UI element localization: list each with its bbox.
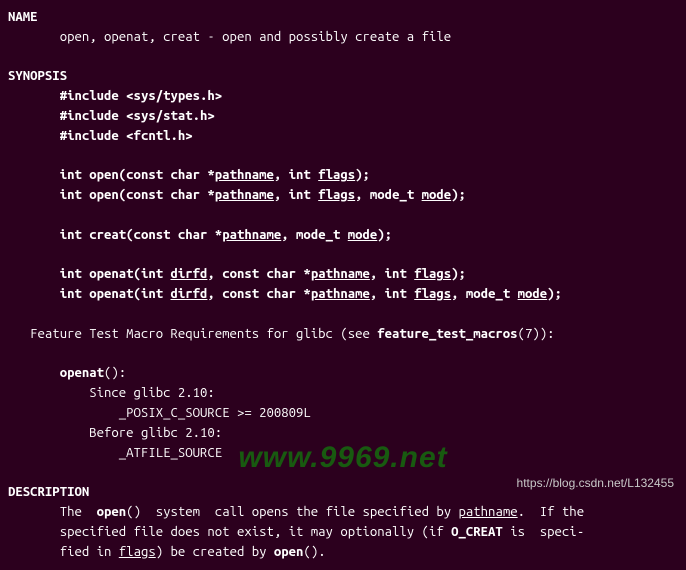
desc-text: (). [303, 545, 325, 559]
ftm-atfile: _ATFILE_SOURCE [119, 446, 222, 460]
param-pathname: pathname [215, 168, 274, 182]
ftm-fn-post: (): [104, 366, 126, 380]
param-flags: flags [414, 267, 451, 281]
desc-text: fied in [60, 545, 119, 559]
fn-text: , int [370, 287, 414, 301]
ftm-ref: feature_test_macros [377, 327, 517, 341]
fn-text: , int [274, 168, 318, 182]
param-dirfd: dirfd [170, 287, 207, 301]
param-dirfd: dirfd [170, 267, 207, 281]
fn-text: ); [451, 267, 466, 281]
fn-text: , mode_t [281, 228, 347, 242]
section-heading-synopsis: SYNOPSIS [8, 69, 67, 83]
include-line: #include <fcntl.h> [60, 129, 193, 143]
include-line: #include <sys/types.h> [60, 89, 222, 103]
desc-text: ) be created by [156, 545, 274, 559]
fn-text: ); [547, 287, 562, 301]
ftm-fn: openat [60, 366, 104, 380]
name-line: open, openat, creat - open and possibly … [60, 30, 451, 44]
fn-text: , int [370, 267, 414, 281]
param-flags: flags [414, 287, 451, 301]
param-flags: flags [318, 188, 355, 202]
fn-text: , const char * [207, 267, 310, 281]
param-pathname: pathname [222, 228, 281, 242]
fn-text: , int [274, 188, 318, 202]
include-line: #include <sys/stat.h> [60, 109, 215, 123]
desc-ocreat: O_CREAT [451, 525, 503, 539]
ftm-intro: (7)): [518, 327, 555, 341]
param-pathname: pathname [215, 188, 274, 202]
fn-text: , mode_t [355, 188, 421, 202]
man-page: NAME open, openat, creat - open and poss… [0, 0, 686, 570]
param-pathname: pathname [311, 267, 370, 281]
fn-text: ); [377, 228, 392, 242]
ftm-since: Since glibc 2.10: [89, 386, 215, 400]
ftm-posix: _POSIX_C_SOURCE >= 200809L [119, 406, 311, 420]
fn-text: int open(const char * [60, 168, 215, 182]
desc-text: is speci‐ [503, 525, 585, 539]
desc-open: open [97, 505, 127, 519]
param-mode: mode [518, 287, 548, 301]
desc-text: specified file does not exist, it may op… [60, 525, 451, 539]
desc-pathname: pathname [459, 505, 518, 519]
param-flags: flags [318, 168, 355, 182]
fn-text: int openat(int [60, 287, 171, 301]
param-mode: mode [422, 188, 452, 202]
fn-text: int open(const char * [60, 188, 215, 202]
fn-text: int openat(int [60, 267, 171, 281]
ftm-intro: Feature Test Macro Requirements for glib… [30, 327, 377, 341]
desc-text: () system call opens the file specified … [126, 505, 458, 519]
fn-text: ); [451, 188, 466, 202]
section-heading-description: DESCRIPTION [8, 485, 89, 499]
fn-text: , mode_t [451, 287, 517, 301]
section-heading-name: NAME [8, 10, 38, 24]
desc-open: open [274, 545, 304, 559]
desc-text: . If the [518, 505, 584, 519]
param-mode: mode [348, 228, 378, 242]
fn-text: , const char * [207, 287, 310, 301]
fn-text: int creat(const char * [60, 228, 222, 242]
param-pathname: pathname [311, 287, 370, 301]
ftm-before: Before glibc 2.10: [89, 426, 222, 440]
fn-text: ); [355, 168, 370, 182]
desc-flags: flags [119, 545, 156, 559]
desc-text: The [60, 505, 97, 519]
